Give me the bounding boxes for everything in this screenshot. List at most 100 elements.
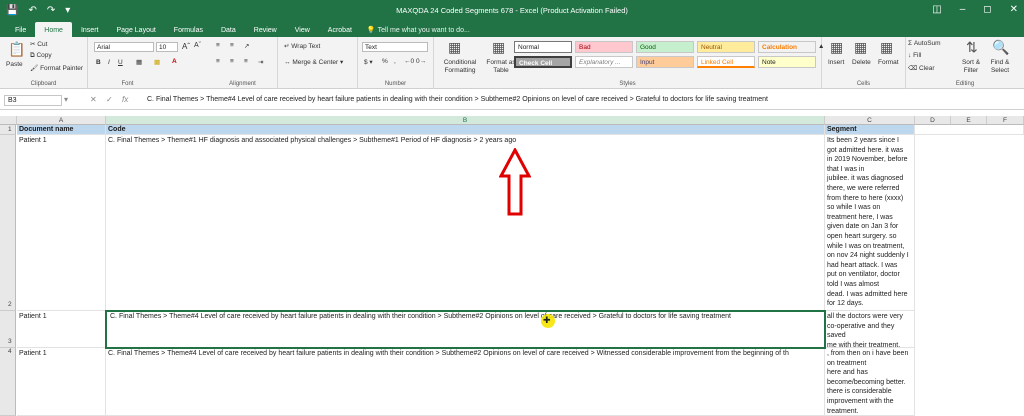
style-explanatory[interactable]: Explanatory ... xyxy=(575,56,633,68)
column-header-b[interactable]: B xyxy=(106,116,825,125)
delete-cells-button[interactable]: Delete xyxy=(852,59,871,66)
tab-review[interactable]: Review xyxy=(245,22,286,37)
tab-file[interactable]: File xyxy=(6,22,35,37)
cell-c3[interactable]: all the doctors were very co-operative a… xyxy=(825,311,915,348)
autosum-button[interactable]: Σ AutoSum xyxy=(908,40,941,47)
style-calculation[interactable]: Calculation xyxy=(758,41,816,53)
close-icon[interactable]: ✕ xyxy=(1010,4,1018,15)
copy-button[interactable]: ⧉ Copy xyxy=(30,52,52,60)
number-format-combo[interactable]: Text xyxy=(362,42,428,52)
column-header-d[interactable]: D xyxy=(915,116,951,125)
sort-filter-button[interactable]: Sort & Filter xyxy=(958,59,984,75)
conditional-formatting-button[interactable]: Conditional Formatting xyxy=(440,59,480,75)
style-linked-cell[interactable]: Linked Cell xyxy=(697,56,755,68)
find-select-icon[interactable]: 🔍 xyxy=(992,39,1009,56)
clear-button[interactable]: ⌫ Clear xyxy=(908,64,935,72)
delete-cells-icon[interactable]: ▦ xyxy=(854,39,867,56)
enter-icon[interactable]: ✓ xyxy=(106,95,113,104)
tab-page-layout[interactable]: Page Layout xyxy=(107,22,164,37)
grow-font-icon[interactable]: Aˆ xyxy=(182,42,190,51)
minimize-icon[interactable]: – xyxy=(960,4,966,15)
font-name-combo[interactable]: Arial xyxy=(94,42,154,52)
tab-view[interactable]: View xyxy=(286,22,319,37)
align-right-icon[interactable]: ≡ xyxy=(244,58,248,65)
style-note[interactable]: Note xyxy=(758,56,816,68)
borders-icon[interactable]: ▦ xyxy=(136,58,142,66)
format-as-table-icon[interactable]: ▦ xyxy=(492,39,505,56)
paste-icon[interactable]: 📋 xyxy=(8,41,25,58)
font-size-combo[interactable]: 10 xyxy=(156,42,178,52)
formula-content[interactable]: C. Final Themes > Theme#4 Level of care … xyxy=(147,96,768,103)
tab-formulas[interactable]: Formulas xyxy=(165,22,212,37)
comma-icon[interactable]: , xyxy=(394,58,396,65)
column-header-a[interactable]: A xyxy=(17,116,106,125)
cell-c2[interactable]: Its been 2 years since I got admitted he… xyxy=(825,135,915,311)
row-header-2[interactable]: 2 xyxy=(0,135,16,311)
namebox-dropdown-icon[interactable]: ▾ xyxy=(64,95,68,104)
font-color-icon[interactable]: A xyxy=(172,58,177,65)
header-document-name[interactable]: Document name xyxy=(17,125,106,135)
shrink-font-icon[interactable]: Aˇ xyxy=(194,42,201,49)
fill-color-icon[interactable]: ▩ xyxy=(154,58,160,66)
fill-button[interactable]: ↓ Fill xyxy=(908,52,921,59)
underline-icon[interactable]: U xyxy=(118,59,123,66)
style-neutral[interactable]: Neutral xyxy=(697,41,755,53)
tell-me-box[interactable]: 💡 Tell me what you want to do... xyxy=(361,22,476,37)
bold-icon[interactable]: B xyxy=(96,59,101,66)
align-left-icon[interactable]: ≡ xyxy=(216,58,220,65)
cell-b4[interactable]: C. Final Themes > Theme#4 Level of care … xyxy=(106,348,825,416)
header-code[interactable]: Code xyxy=(106,125,825,135)
format-cells-icon[interactable]: ▦ xyxy=(880,39,893,56)
ribbon-display-icon[interactable]: ◫ xyxy=(932,4,941,15)
format-cells-button[interactable]: Format xyxy=(878,59,899,66)
format-as-table-button[interactable]: Format as Table xyxy=(486,59,516,75)
sort-filter-icon[interactable]: ⇅ xyxy=(966,39,978,56)
row-header-1[interactable]: 1 xyxy=(0,125,16,135)
increase-decimal-icon[interactable]: ←0 xyxy=(404,58,414,65)
cell-b2[interactable]: C. Final Themes > Theme#1 HF diagnosis a… xyxy=(106,135,825,311)
empty-cells-row1[interactable] xyxy=(915,125,1024,135)
style-check-cell[interactable]: Check Cell xyxy=(514,56,572,68)
row-header-4[interactable]: 4 xyxy=(0,348,16,416)
align-middle-icon[interactable]: ≡ xyxy=(230,42,234,49)
style-good[interactable]: Good xyxy=(636,41,694,53)
conditional-formatting-icon[interactable]: ▦ xyxy=(448,39,461,56)
select-all-corner[interactable] xyxy=(0,116,17,125)
currency-icon[interactable]: $ ▾ xyxy=(364,58,373,66)
cell-c4[interactable]: , from then on i have been on treatment … xyxy=(825,348,915,416)
indent-icon[interactable]: ⇥ xyxy=(258,58,263,66)
style-normal[interactable]: Normal xyxy=(514,41,572,53)
cell-a2[interactable]: Patient 1 xyxy=(17,135,106,311)
style-bad[interactable]: Bad xyxy=(575,41,633,53)
insert-cells-button[interactable]: Insert xyxy=(828,59,844,66)
cell-a3[interactable]: Patient 1 xyxy=(17,311,106,348)
percent-icon[interactable]: % xyxy=(382,58,388,65)
wrap-text-button[interactable]: ↵ Wrap Text xyxy=(284,42,320,50)
header-segment[interactable]: Segment xyxy=(825,125,915,135)
tab-acrobat[interactable]: Acrobat xyxy=(319,22,361,37)
cancel-icon[interactable]: ✕ xyxy=(90,95,97,104)
cut-button[interactable]: ✂ Cut xyxy=(30,40,47,48)
paste-button[interactable]: Paste xyxy=(6,61,23,68)
tab-insert[interactable]: Insert xyxy=(72,22,108,37)
column-header-e[interactable]: E xyxy=(951,116,987,125)
italic-icon[interactable]: I xyxy=(108,59,110,66)
merge-center-button[interactable]: ↔ Merge & Center ▾ xyxy=(284,58,343,66)
maximize-icon[interactable]: ◻ xyxy=(983,4,991,15)
tab-data[interactable]: Data xyxy=(212,22,245,37)
format-painter-button[interactable]: 🖌 Format Painter xyxy=(30,64,83,72)
name-box[interactable]: B3 xyxy=(4,95,62,106)
row-header-3[interactable]: 3 xyxy=(0,311,16,348)
orientation-icon[interactable]: ↗ xyxy=(244,42,249,50)
insert-cells-icon[interactable]: ▦ xyxy=(830,39,843,56)
decrease-decimal-icon[interactable]: 0→ xyxy=(416,58,426,65)
fx-icon[interactable]: fx xyxy=(122,95,128,104)
align-top-icon[interactable]: ≡ xyxy=(216,42,220,49)
column-header-c[interactable]: C xyxy=(825,116,915,125)
tab-home[interactable]: Home xyxy=(35,22,72,37)
column-header-f[interactable]: F xyxy=(987,116,1024,125)
find-select-button[interactable]: Find & Select xyxy=(986,59,1014,75)
cell-a4[interactable]: Patient 1 xyxy=(17,348,106,416)
style-input[interactable]: Input xyxy=(636,56,694,68)
align-center-icon[interactable]: ≡ xyxy=(230,58,234,65)
